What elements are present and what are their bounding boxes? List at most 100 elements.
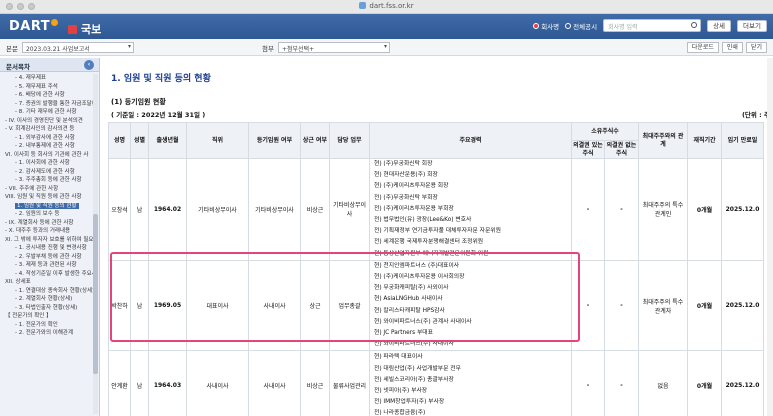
toc-item[interactable]: - 2. 내부통제에 관한 사항 <box>0 142 93 151</box>
browser-window: dart.fss.or.kr DART 국보 회사명 전체공시 회사명 입력 상… <box>0 0 773 416</box>
toc-item[interactable]: - 3. 주주총회 등에 관한 사항 <box>0 176 93 185</box>
toc-item[interactable]: XII. 상세표 <box>0 278 93 287</box>
radio-all[interactable]: 전체공시 <box>565 21 597 31</box>
career-line: 현) (주)무궁화신탁 회장 <box>374 161 433 167</box>
career-line: 현) 현대자산운용(주) 회장 <box>374 172 438 179</box>
cell-fulltime: 비상근 <box>300 350 330 416</box>
toc-item[interactable]: 【 전문가의 확인 】 <box>0 312 93 321</box>
address-bar[interactable]: dart.fss.or.kr <box>0 2 773 10</box>
toc-item[interactable]: - 8. 기타 재무에 관한 사항 <box>0 108 93 117</box>
cell-gender: 남 <box>130 350 149 416</box>
toc-item[interactable]: - 1. 전문가의 확인 <box>0 321 93 330</box>
career-line: 전) 세계은행 국제투자분쟁해결센터 조정위원 <box>374 239 484 246</box>
toc-item[interactable]: - IV. 이사의 경영진단 및 분석의견 <box>0 117 93 126</box>
toc-item[interactable]: - 3. 타법인출자 현황(상세) <box>0 304 93 313</box>
th-term: 임기 만료일 <box>721 122 764 159</box>
cell-name: 안계환 <box>108 350 131 416</box>
close-button[interactable]: 닫기 <box>745 42 767 53</box>
cell-relation: 최대주주의 특수관계자 <box>638 259 688 352</box>
doc-label: 본문 <box>6 44 18 53</box>
career-line: 현) (주)케이리츠투자운용 회장 <box>374 183 449 190</box>
cell-relation: 없음 <box>638 350 688 416</box>
attach-select[interactable]: +첨부선택+ <box>277 42 390 53</box>
career-line: 전) (주)무궁화신탁 부회장 <box>374 194 438 201</box>
th-position: 직위 <box>186 122 249 159</box>
doc-select[interactable]: 2023.03.21 사업보고서 <box>21 42 134 53</box>
logo-dot-icon <box>51 19 59 26</box>
toc-item[interactable]: - 2. 전문가와의 이해관계 <box>0 329 93 338</box>
toc-item[interactable]: - 2. 계열회사 현황(상세) <box>0 295 93 304</box>
th-gender: 성별 <box>130 122 149 159</box>
toc-item[interactable]: - X. 대주주 등과의 거래내용 <box>0 227 93 236</box>
toc-item[interactable]: 1. 임원 및 직원 등의 현황 <box>0 202 93 211</box>
th-nonvoting: 의결권 없는 주식 <box>604 140 639 159</box>
toc-item[interactable]: - 4. 재무제표 <box>0 74 93 83</box>
cell-voting: - <box>571 158 605 261</box>
url-text: dart.fss.or.kr <box>369 2 414 10</box>
toc-item[interactable]: - 1. 이사회에 관한 사항 <box>0 159 93 168</box>
toc-item[interactable]: - VII. 주주에 관한 사항 <box>0 185 93 194</box>
base-date: ( 기준일 : 2022년 12월 31일 ) <box>111 111 206 119</box>
career-line: 전) 나라종합금융(주) <box>374 410 426 416</box>
toc-sidebar: 문서목차 ‹ - 4. 재무제표 - 5. 재무제표 주석 - 6. 배당에 관한 사… <box>0 58 100 416</box>
toc-item[interactable]: VIII. 임원 및 직원 등에 관한 사항 <box>0 193 93 202</box>
toc-scroll-thumb[interactable] <box>93 214 98 374</box>
print-button[interactable]: 인쇄 <box>721 42 743 53</box>
browser-titlebar: dart.fss.or.kr <box>0 0 773 14</box>
th-birth: 출생년월 <box>148 122 187 159</box>
toc-item[interactable]: - 7. 증권의 발행을 통한 자금조달에 <box>0 100 93 109</box>
cell-career: 현) (주)무궁화신탁 회장현) 현대자산운용(주) 회장현) (주)케이리츠투… <box>369 158 572 261</box>
career-line: 전) 넷피아(주) 부사장 <box>374 387 428 394</box>
cell-career: 현) 파라텍 대표이사 전) 대림산업(주) 사업개발부문 전무 전) 세빌스코리아… <box>369 350 572 416</box>
content-scrollbar[interactable] <box>767 58 773 416</box>
unit-label: (단위 : 주 <box>741 111 770 119</box>
download-button[interactable]: 다운로드 <box>686 42 719 53</box>
cell-position: 사내이사 <box>186 350 249 416</box>
detail-button[interactable]: 상세 <box>707 19 732 32</box>
cell-fulltime: 비상근 <box>300 158 330 261</box>
cell-duty: 물류사업관리 <box>329 350 370 416</box>
cell-duty: 기타비상무이사 <box>329 158 370 261</box>
toc-scrollbar[interactable] <box>93 74 98 414</box>
radio-company[interactable]: 회사명 <box>533 21 559 31</box>
th-fulltime: 상근 여부 <box>300 122 330 159</box>
toc-list: - 4. 재무제표 - 5. 재무제표 주석 - 6. 배당에 관한 사항 - 7. … <box>0 74 93 416</box>
th-shares: 소유주식수 <box>571 122 639 141</box>
table-row: 안계환 남 1964.03 사내이사 사내이사 비상근 물류사업관리 현) 파라텍 대표이사 전… <box>108 350 764 416</box>
dart-logo[interactable]: DART <box>9 19 59 34</box>
toc-item[interactable]: - 6. 배당에 관한 사항 <box>0 91 93 100</box>
cell-nonvoting: - <box>604 350 639 416</box>
toc-item[interactable]: - 2. 임원의 보수 등 <box>0 210 93 219</box>
cell-voting: - <box>571 350 605 416</box>
toc-item[interactable]: - 1. 공시내용 진행 및 변경사항 <box>0 244 93 253</box>
cell-tenure: 0개월 <box>687 158 722 261</box>
career-line: 전) 세빌스코리아(주) 총괄부사장 <box>374 376 454 383</box>
toc-item[interactable]: - 1. 외부감사에 관한 사항 <box>0 134 93 143</box>
search-icon[interactable] <box>691 22 698 28</box>
cell-gender: 남 <box>130 158 149 261</box>
search-input[interactable]: 회사명 입력 <box>603 19 702 32</box>
cell-registered: 기타비상무이사 <box>248 158 301 261</box>
cell-tenure: 0개월 <box>687 259 722 352</box>
cell-tenure: 0개월 <box>687 350 722 416</box>
toc-item[interactable]: - 3. 제재 등과 관련된 사항 <box>0 261 93 270</box>
header-search-area: 회사명 전체공시 회사명 입력 상세 더보기 <box>533 19 767 32</box>
toc-item[interactable]: XI. 그 밖에 투자자 보호를 위하여 필요 <box>0 236 93 245</box>
more-button[interactable]: 더보기 <box>737 19 767 32</box>
toc-item[interactable]: - IX. 계열회사 등에 관한 사항 <box>0 219 93 228</box>
cell-birth: 1964.02 <box>148 158 187 261</box>
th-duty: 담당 업무 <box>329 122 370 159</box>
toc-item[interactable]: - 1. 연결대상 종속회사 현황(상세) <box>0 287 93 296</box>
toc-item[interactable]: - V. 회계감사인의 감사의견 등 <box>0 125 93 134</box>
toc-item[interactable]: VI. 이사회 등 회사의 기관에 관한 사 <box>0 151 93 160</box>
toc-item[interactable]: - 2. 우발부채 등에 관한 사항 <box>0 253 93 262</box>
cell-nonvoting: - <box>604 158 639 261</box>
cell-term: 2025.12.0 <box>721 350 764 416</box>
collapse-sidebar-icon[interactable]: ‹ <box>84 60 94 70</box>
toc-item[interactable]: - 5. 재무제표 주석 <box>0 83 93 92</box>
toc-item[interactable]: - 4. 작성기준일 이후 발생한 주요사 <box>0 270 93 279</box>
cell-birth: 1964.03 <box>148 350 187 416</box>
subsection-heading: (1) 등기임원 현황 <box>111 98 166 106</box>
career-line: 전) IMM창업투자(주) 부사장 <box>374 399 445 406</box>
toc-item[interactable]: - 2. 감사제도에 관한 사항 <box>0 168 93 177</box>
